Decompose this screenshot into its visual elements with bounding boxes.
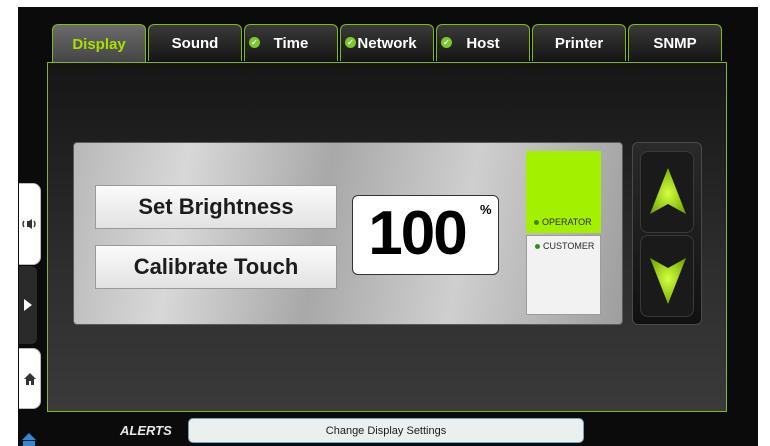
home-rail-button[interactable]: [19, 348, 41, 409]
expand-rail-button[interactable]: [19, 266, 37, 344]
tab-display[interactable]: Display: [52, 24, 146, 63]
up-arrow-icon: [650, 168, 686, 214]
operator-label-wrap: OPERATOR: [534, 217, 592, 227]
check-circle-icon: ✓: [345, 37, 356, 48]
speaker-waves-icon: [21, 219, 36, 229]
tab-label: Display: [72, 35, 126, 53]
alerts-label: ALERTS: [120, 423, 172, 438]
tab-time[interactable]: ✓ Time: [244, 24, 338, 61]
status-dot-icon: [534, 219, 539, 225]
check-circle-icon: ✓: [249, 37, 260, 48]
tab-label: SNMP: [653, 34, 697, 52]
tab-label: Network: [357, 34, 417, 52]
left-rail: [19, 183, 41, 409]
tab-host[interactable]: ✓ Host: [436, 24, 530, 61]
tab-sound[interactable]: Sound: [148, 24, 242, 61]
tab-label: Host: [466, 34, 500, 52]
set-brightness-button[interactable]: Set Brightness: [95, 185, 337, 229]
tab-network[interactable]: ✓ Network: [340, 24, 434, 61]
operator-label: OPERATOR: [542, 217, 592, 227]
customer-label-wrap: CUSTOMER: [535, 241, 594, 251]
tab-printer[interactable]: Printer: [532, 24, 626, 61]
brightness-unit: %: [480, 202, 492, 217]
check-circle-icon: ✓: [441, 37, 452, 48]
customer-label: CUSTOMER: [543, 241, 595, 251]
down-arrow-icon: [650, 258, 686, 304]
blue-indicator-icon: [22, 433, 36, 446]
screen: Display Sound ✓ Time ✓ Network ✓ Host Pr…: [0, 0, 770, 446]
operator-mode-button[interactable]: OPERATOR: [526, 151, 601, 233]
alert-message: Change Display Settings: [325, 424, 447, 437]
brightness-value-display: 100 %: [352, 195, 499, 275]
brightness-value: 100: [368, 199, 467, 268]
alert-message-box[interactable]: Change Display Settings: [188, 418, 584, 443]
tab-label: Printer: [554, 34, 604, 52]
tab-label: Sound: [171, 34, 219, 52]
status-dot-icon: [535, 243, 540, 249]
mode-selector: OPERATOR CUSTOMER: [526, 151, 602, 316]
home-icon: [23, 372, 36, 385]
sound-rail-button[interactable]: [19, 183, 41, 265]
tab-label: Time: [273, 34, 309, 52]
calibrate-touch-button[interactable]: Calibrate Touch: [95, 245, 337, 289]
decrease-button[interactable]: [640, 235, 694, 317]
tab-snmp[interactable]: SNMP: [628, 24, 722, 61]
increase-button[interactable]: [640, 151, 694, 233]
customer-mode-button[interactable]: CUSTOMER: [526, 235, 601, 315]
play-icon: [24, 299, 32, 311]
adjust-arrows: [632, 142, 702, 325]
